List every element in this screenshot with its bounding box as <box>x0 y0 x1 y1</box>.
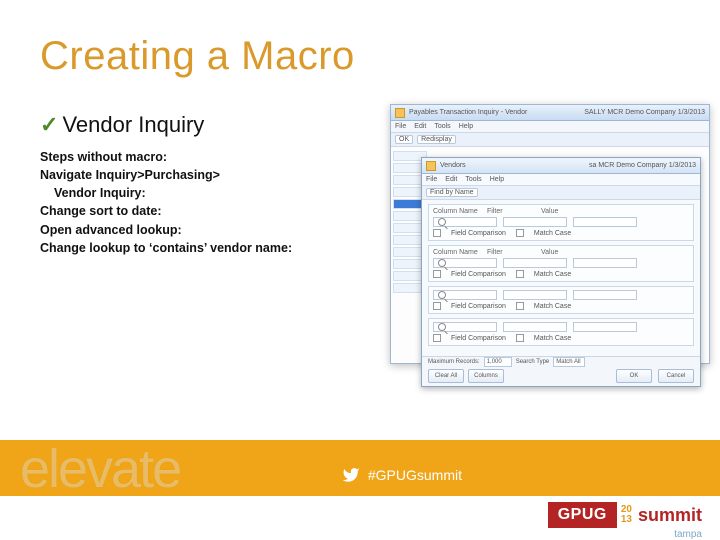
menu-item[interactable]: File <box>395 123 406 130</box>
step-line: Steps without macro: <box>40 148 292 166</box>
hashtag: #GPUGsummit <box>340 466 462 484</box>
max-records-label: Maximum Records: <box>428 359 480 365</box>
search-definition-1: Column Name Filter Value Field Compariso… <box>428 204 694 241</box>
lookup-icon[interactable] <box>438 323 446 331</box>
field-comparison-checkbox[interactable] <box>433 334 441 342</box>
slide-subheading: ✓Vendor Inquiry <box>40 112 204 138</box>
subheading-text: Vendor Inquiry <box>62 112 204 137</box>
menu-item[interactable]: Edit <box>414 123 426 130</box>
window-icon <box>426 161 436 171</box>
elevate-wordmark: elevate <box>20 438 180 500</box>
search-type-label: Search Type <box>516 359 550 365</box>
search-type-dropdown[interactable]: Match All <box>553 357 585 367</box>
step-line: Navigate Inquiry>Purchasing> <box>40 166 292 184</box>
filter-label: Filter <box>487 208 535 215</box>
filter-label: Filter <box>487 249 535 256</box>
parent-window-title: Payables Transaction Inquiry - Vendor <box>409 109 527 116</box>
step-line: Change lookup to ‘contains’ vendor name: <box>40 239 292 257</box>
checkbox-label: Match Case <box>534 271 571 278</box>
check-icon: ✓ <box>40 112 58 137</box>
embedded-screenshot: Payables Transaction Inquiry - Vendor SA… <box>390 104 710 364</box>
hashtag-text: #GPUGsummit <box>368 467 462 483</box>
value-input[interactable] <box>573 290 637 300</box>
menu-item[interactable]: Help <box>459 123 473 130</box>
search-dialog: Vendors sa MCR Demo Company 1/3/2013 Fil… <box>421 157 701 387</box>
filter-dropdown[interactable] <box>503 322 567 332</box>
filter-dropdown[interactable] <box>503 217 567 227</box>
field-comparison-checkbox[interactable] <box>433 270 441 278</box>
checkbox-label: Match Case <box>534 335 571 342</box>
field-comparison-checkbox[interactable] <box>433 302 441 310</box>
menu-item[interactable]: Help <box>490 176 504 183</box>
city-label: tampa <box>674 529 702 540</box>
menu-item[interactable]: Tools <box>434 123 450 130</box>
max-records-input[interactable]: 1,000 <box>484 357 512 367</box>
value-input[interactable] <box>573 217 637 227</box>
lookup-icon[interactable] <box>438 259 446 267</box>
parent-toolbar: OK Redisplay <box>391 133 709 147</box>
gpug-summit-logo: GPUG 20 13 summit <box>548 502 702 528</box>
gpug-brand: GPUG <box>548 502 617 528</box>
match-case-checkbox[interactable] <box>516 302 524 310</box>
redisplay-button[interactable]: Redisplay <box>417 135 456 144</box>
steps-block: Steps without macro: Navigate Inquiry>Pu… <box>40 148 292 257</box>
parent-window-company: SALLY MCR Demo Company 1/3/2013 <box>584 109 705 116</box>
ok-button[interactable]: OK <box>395 135 413 144</box>
dialog-title: Vendors <box>440 162 466 169</box>
step-line: Vendor Inquiry: <box>54 184 292 202</box>
field-comparison-checkbox[interactable] <box>433 229 441 237</box>
column-dropdown[interactable] <box>433 217 497 227</box>
filter-dropdown[interactable] <box>503 290 567 300</box>
search-definition-4: Field Comparison Match Case <box>428 318 694 346</box>
value-label: Value <box>541 208 589 215</box>
value-input[interactable] <box>573 258 637 268</box>
step-line: Change sort to date: <box>40 202 292 220</box>
columns-button[interactable]: Columns <box>468 369 504 383</box>
search-definition-3: Field Comparison Match Case <box>428 286 694 314</box>
checkbox-label: Field Comparison <box>451 230 506 237</box>
ok-button[interactable]: OK <box>616 369 652 383</box>
search-definition-2: Column Name Filter Value Field Compariso… <box>428 245 694 282</box>
summit-word: summit <box>638 505 702 526</box>
column-label: Column Name <box>433 249 481 256</box>
parent-menubar: File Edit Tools Help <box>391 121 709 133</box>
menu-item[interactable]: Tools <box>465 176 481 183</box>
filter-dropdown[interactable] <box>503 258 567 268</box>
clear-all-button[interactable]: Clear All <box>428 369 464 383</box>
parent-window-titlebar: Payables Transaction Inquiry - Vendor SA… <box>391 105 709 121</box>
value-input[interactable] <box>573 322 637 332</box>
column-label: Column Name <box>433 208 481 215</box>
dialog-titlebar: Vendors sa MCR Demo Company 1/3/2013 <box>422 158 700 174</box>
menu-item[interactable]: Edit <box>445 176 457 183</box>
checkbox-label: Match Case <box>534 303 571 310</box>
checkbox-label: Field Comparison <box>451 271 506 278</box>
find-field[interactable]: Find by Name <box>426 188 478 197</box>
dialog-company: sa MCR Demo Company 1/3/2013 <box>589 162 696 169</box>
slide-title: Creating a Macro <box>40 34 355 79</box>
column-dropdown[interactable] <box>433 322 497 332</box>
checkbox-label: Field Comparison <box>451 335 506 342</box>
lookup-icon[interactable] <box>438 291 446 299</box>
match-case-checkbox[interactable] <box>516 229 524 237</box>
step-line: Open advanced lookup: <box>40 221 292 239</box>
column-dropdown[interactable] <box>433 290 497 300</box>
checkbox-label: Field Comparison <box>451 303 506 310</box>
cancel-button[interactable]: Cancel <box>658 369 694 383</box>
year-bottom: 13 <box>621 515 632 525</box>
twitter-icon <box>340 466 362 484</box>
value-label: Value <box>541 249 589 256</box>
dialog-menubar: File Edit Tools Help <box>422 174 700 186</box>
checkbox-label: Match Case <box>534 230 571 237</box>
lookup-icon[interactable] <box>438 218 446 226</box>
dialog-footer: Maximum Records: 1,000 Search Type Match… <box>422 356 700 386</box>
match-case-checkbox[interactable] <box>516 334 524 342</box>
match-case-checkbox[interactable] <box>516 270 524 278</box>
column-dropdown[interactable] <box>433 258 497 268</box>
window-icon <box>395 108 405 118</box>
dialog-toolbar: Find by Name <box>422 186 700 200</box>
menu-item[interactable]: File <box>426 176 437 183</box>
